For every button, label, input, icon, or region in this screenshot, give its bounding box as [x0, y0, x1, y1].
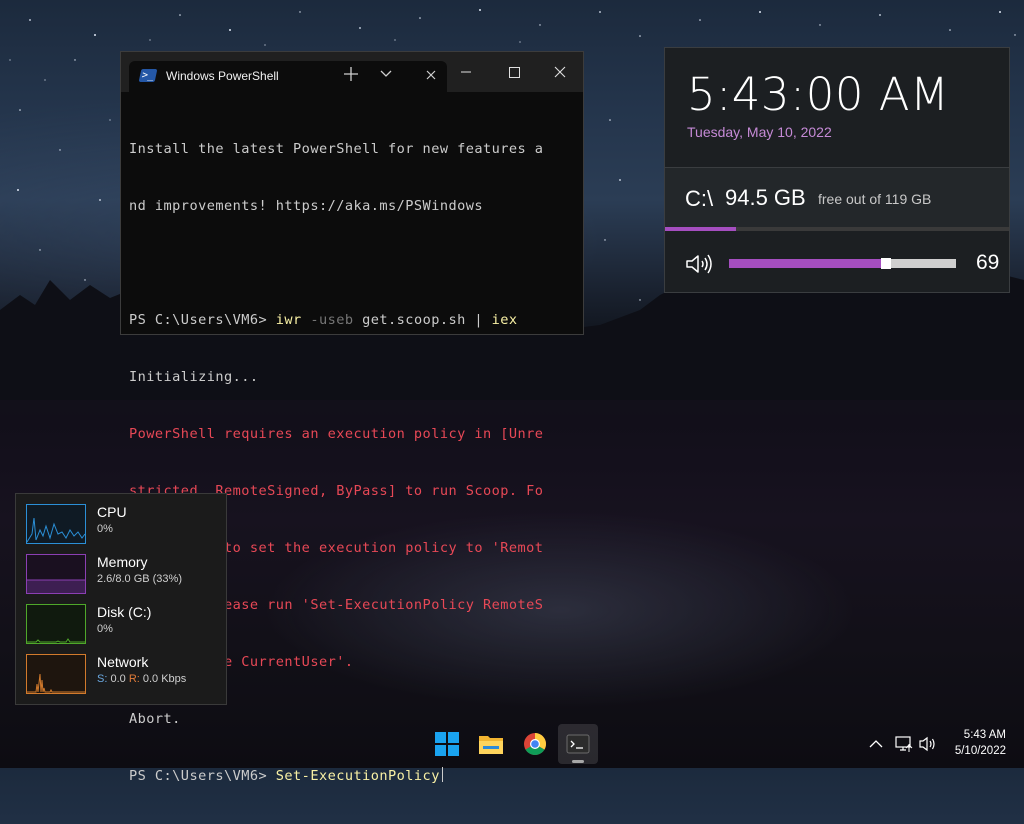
taskbar: 5:43 AM 5/10/2022	[0, 720, 1024, 768]
command-argument: get.scoop.sh |	[353, 312, 492, 328]
perf-name: Memory	[97, 554, 148, 570]
drive-usage-row: C:\ 94.5 GB free out of 119 GB	[665, 168, 1009, 228]
terminal-icon	[566, 734, 590, 754]
network-graph	[26, 654, 86, 694]
send-value: 0.0	[107, 673, 129, 685]
prompt: PS C:\Users\VM6>	[129, 312, 276, 328]
tab-windows-powershell[interactable]: >_ Windows PowerShell	[129, 61, 447, 92]
drive-usage-fill	[665, 227, 736, 231]
start-button[interactable]	[427, 724, 467, 764]
command-input[interactable]: Set-ExecutionPolicy	[276, 768, 440, 784]
drive-letter: C:\	[685, 186, 714, 211]
performance-monitor-panel: CPU 0% Memory 2.6/8.0 GB (33%) Disk (C:)…	[15, 493, 227, 705]
perf-item-cpu[interactable]: CPU 0%	[16, 494, 226, 544]
close-window-button[interactable]	[537, 52, 583, 92]
terminal-taskbar-button[interactable]	[558, 724, 598, 764]
prompt: PS C:\Users\VM6>	[129, 768, 276, 784]
perf-value: 0%	[97, 623, 113, 635]
command-parameter: -useb	[301, 312, 354, 328]
volume-value: 69	[976, 251, 1000, 274]
speaker-icon[interactable]	[685, 253, 713, 275]
output-line: nd improvements! https://aka.ms/PSWindow…	[129, 198, 483, 214]
start-icon	[435, 732, 459, 756]
powershell-icon: >_	[138, 69, 158, 82]
perf-value: S: 0.0 R: 0.0 Kbps	[97, 673, 186, 685]
plus-icon[interactable]	[343, 66, 359, 82]
output-line: Install the latest PowerShell for new fe…	[129, 141, 544, 157]
powershell-window[interactable]: >_ Windows PowerShell Install the latest…	[120, 51, 584, 784]
receive-label: R:	[128, 673, 140, 685]
maximize-button[interactable]	[491, 52, 537, 92]
chrome-icon	[524, 733, 546, 755]
command-line: PS C:\Users\VM6> iwr -useb get.scoop.sh …	[129, 311, 579, 330]
tray-time[interactable]: 5:43 AM	[950, 729, 1006, 741]
tab-title: Windows PowerShell	[166, 69, 279, 83]
perf-name: CPU	[97, 504, 127, 520]
close-icon[interactable]	[421, 65, 441, 85]
terminal-output[interactable]: Install the latest PowerShell for new fe…	[129, 102, 579, 824]
send-label: S:	[97, 673, 108, 685]
file-explorer-button[interactable]	[471, 724, 511, 764]
cpu-graph	[26, 504, 86, 544]
active-app-indicator	[572, 760, 584, 763]
volume-slider-thumb[interactable]	[880, 258, 891, 269]
chevron-up-icon[interactable]	[866, 734, 886, 754]
file-explorer-icon	[479, 736, 503, 754]
command-name: iex	[491, 312, 518, 328]
clock-date: Tuesday, May 10, 2022	[687, 124, 832, 140]
network-icon[interactable]	[894, 734, 914, 754]
perf-name: Disk (C:)	[97, 604, 152, 620]
error-line: PowerShell requires an execution policy …	[129, 426, 544, 442]
terminal-titlebar[interactable]: >_ Windows PowerShell	[121, 52, 583, 92]
minimize-button[interactable]	[443, 52, 489, 92]
perf-item-network[interactable]: Network S: 0.0 R: 0.0 Kbps	[16, 644, 226, 694]
current-input-line[interactable]: PS C:\Users\VM6> Set-ExecutionPolicy	[129, 767, 579, 786]
chevron-down-icon[interactable]	[379, 69, 393, 79]
output-line: Initializing...	[129, 369, 259, 385]
perf-item-memory[interactable]: Memory 2.6/8.0 GB (33%)	[16, 544, 226, 594]
receive-value: 0.0 Kbps	[139, 673, 187, 685]
perf-value: 2.6/8.0 GB (33%)	[97, 573, 182, 585]
clock-time: 5:43:00 AM	[687, 68, 950, 121]
command-name: iwr	[275, 312, 302, 328]
drive-total-label: free out of 119 GB	[818, 191, 932, 207]
volume-slider[interactable]	[729, 258, 956, 269]
disk-graph	[26, 604, 86, 644]
drive-free-space: 94.5 GB	[725, 185, 806, 210]
tray-date[interactable]: 5/10/2022	[940, 745, 1006, 757]
chrome-button[interactable]	[515, 724, 555, 764]
memory-graph	[26, 554, 86, 594]
volume-icon[interactable]	[918, 734, 938, 754]
system-widget-panel: 5:43:00 AM Tuesday, May 10, 2022 C:\ 94.…	[664, 47, 1010, 293]
perf-item-disk[interactable]: Disk (C:) 0%	[16, 594, 226, 644]
perf-value: 0%	[97, 523, 113, 535]
perf-name: Network	[97, 654, 149, 670]
volume-slider-fill	[729, 259, 886, 268]
drive-usage-bar	[665, 227, 1009, 231]
text-cursor	[441, 767, 443, 782]
